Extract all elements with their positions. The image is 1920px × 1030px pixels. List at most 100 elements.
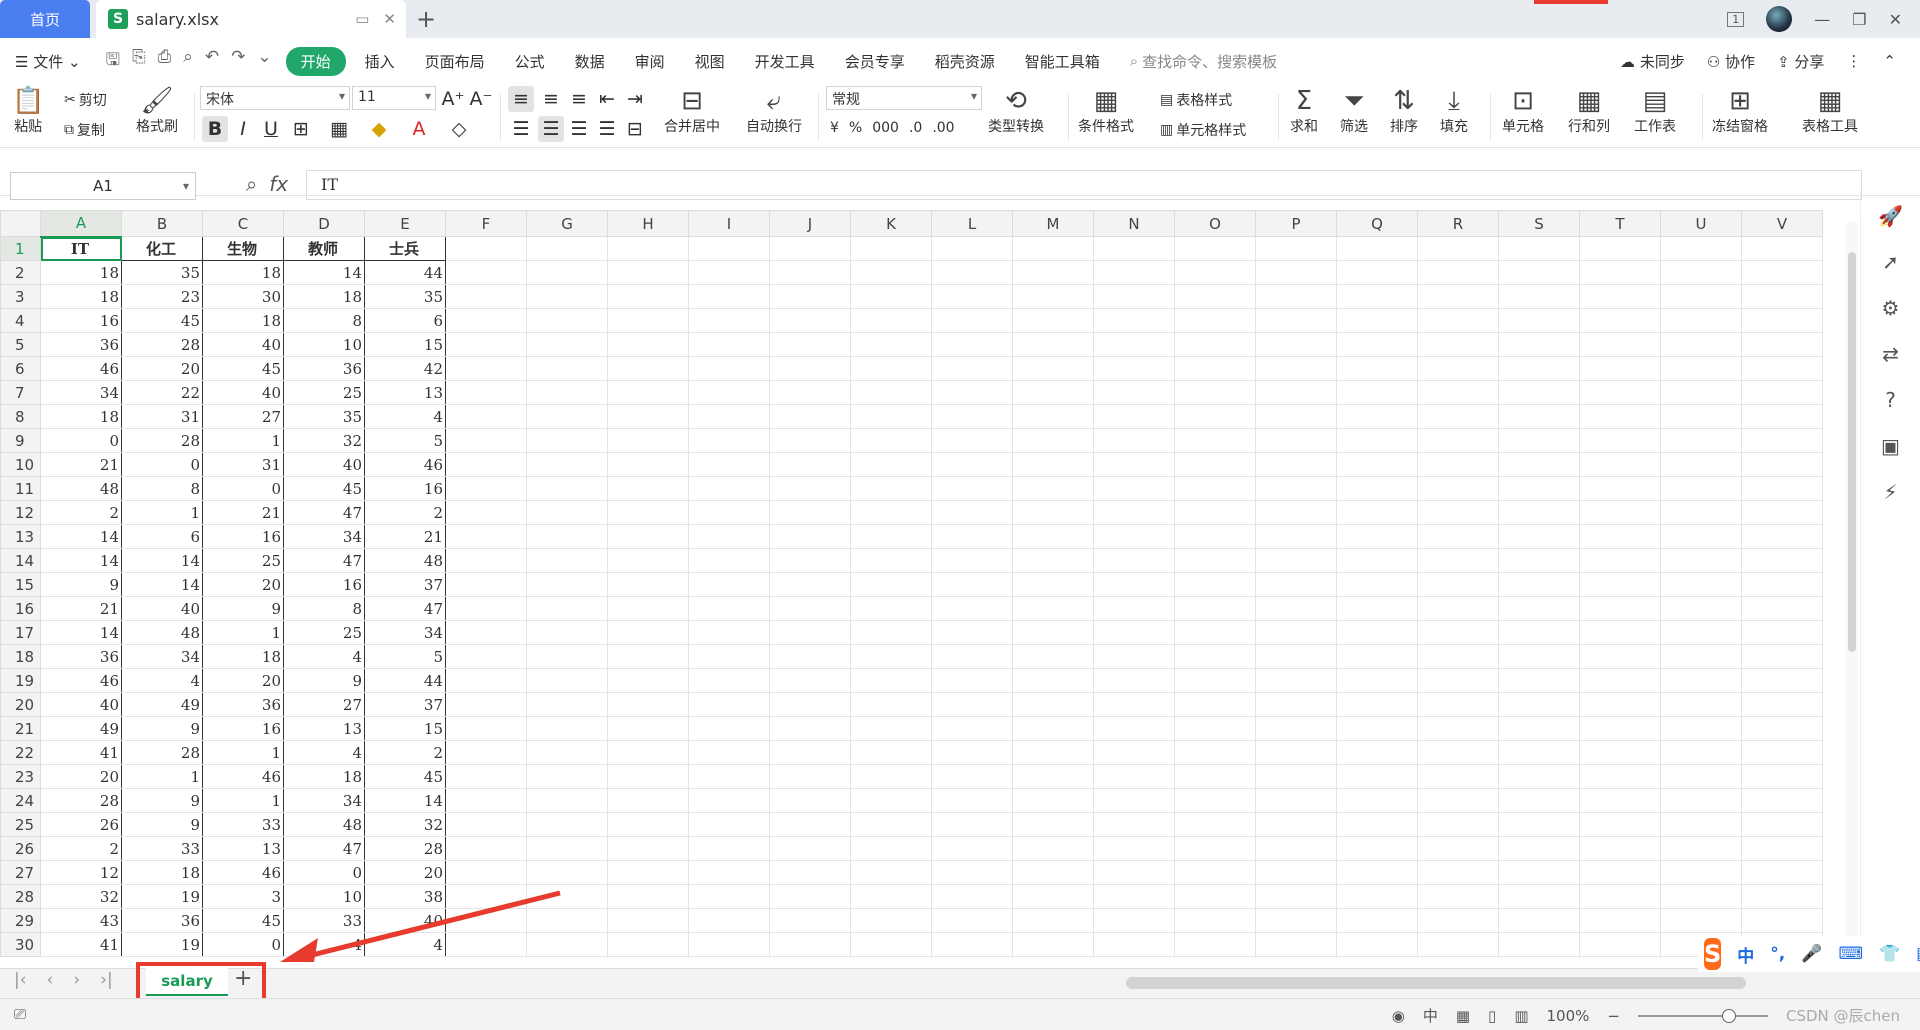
cell[interactable] <box>1579 284 1661 309</box>
paste-button[interactable]: 📋 粘贴 <box>12 86 44 136</box>
cell[interactable] <box>688 932 770 957</box>
cell[interactable] <box>1174 404 1256 429</box>
cell[interactable] <box>607 908 689 933</box>
cell[interactable] <box>1660 428 1742 453</box>
cell[interactable]: 37 <box>364 572 446 597</box>
cell[interactable]: 2 <box>40 500 122 525</box>
cell[interactable] <box>1417 644 1499 669</box>
table-style-button[interactable]: ▤ 表格样式 <box>1160 90 1232 110</box>
cell[interactable] <box>1741 812 1823 837</box>
cell[interactable] <box>1012 260 1094 285</box>
cell[interactable] <box>1093 476 1175 501</box>
cell[interactable] <box>1255 428 1337 453</box>
cell[interactable]: 2 <box>364 740 446 765</box>
column-header-A[interactable]: A <box>40 210 122 238</box>
cell[interactable] <box>931 932 1013 957</box>
cell[interactable] <box>1336 428 1418 453</box>
cell-a1[interactable]: IT <box>40 236 122 261</box>
row-header[interactable]: 22 <box>0 740 41 765</box>
cell[interactable] <box>1660 644 1742 669</box>
cell[interactable] <box>1660 380 1742 405</box>
cell[interactable] <box>1012 476 1094 501</box>
cond-format-button[interactable]: ▦ 条件格式 <box>1078 86 1134 136</box>
select-pointer-icon[interactable]: ➚ <box>1882 250 1899 274</box>
cell[interactable] <box>1741 788 1823 813</box>
restore-icon[interactable]: ❐ <box>1852 10 1866 29</box>
cell[interactable]: 34 <box>121 644 203 669</box>
zoom-search-icon[interactable]: ⌕ <box>246 172 257 196</box>
cell[interactable]: 20 <box>202 572 284 597</box>
cell[interactable] <box>1498 548 1580 573</box>
cell[interactable] <box>1255 788 1337 813</box>
row-header[interactable]: 16 <box>0 596 41 621</box>
customize-icon[interactable]: ⌄ <box>257 47 271 76</box>
cell[interactable] <box>445 668 527 693</box>
cell[interactable] <box>688 308 770 333</box>
cell[interactable] <box>850 332 932 357</box>
fill-button[interactable]: ⤓ 填充 <box>1440 86 1468 136</box>
cell[interactable] <box>850 620 932 645</box>
cell[interactable] <box>1093 332 1175 357</box>
cell[interactable] <box>1093 860 1175 885</box>
cell[interactable] <box>688 260 770 285</box>
cell[interactable] <box>1579 836 1661 861</box>
font-size-select[interactable]: 11 <box>352 86 436 110</box>
cell[interactable] <box>769 332 851 357</box>
cell[interactable] <box>1417 284 1499 309</box>
cell[interactable] <box>445 308 527 333</box>
undo-icon[interactable]: ↶ <box>205 47 219 76</box>
cell[interactable] <box>769 284 851 309</box>
cell[interactable] <box>850 548 932 573</box>
cell[interactable] <box>1579 380 1661 405</box>
tab-insert[interactable]: 插入 <box>350 51 410 72</box>
cell[interactable] <box>1498 692 1580 717</box>
cell[interactable] <box>769 716 851 741</box>
row-header[interactable]: 9 <box>0 428 41 453</box>
cell[interactable]: 27 <box>283 692 365 717</box>
cell[interactable]: 5 <box>364 428 446 453</box>
cell[interactable] <box>607 308 689 333</box>
cell[interactable] <box>1012 860 1094 885</box>
cell[interactable] <box>1417 500 1499 525</box>
cell[interactable] <box>607 284 689 309</box>
cell[interactable] <box>1012 740 1094 765</box>
cell[interactable] <box>1498 836 1580 861</box>
cell[interactable] <box>1498 764 1580 789</box>
cell[interactable] <box>1741 356 1823 381</box>
cell[interactable] <box>607 812 689 837</box>
cell[interactable] <box>1093 380 1175 405</box>
freeze-button[interactable]: ⊞ 冻结窗格 <box>1712 86 1768 136</box>
macro-icon[interactable]: ⎚ <box>14 1005 26 1023</box>
cell[interactable] <box>769 812 851 837</box>
cell[interactable] <box>1417 908 1499 933</box>
cell[interactable] <box>1255 932 1337 957</box>
cell[interactable] <box>850 812 932 837</box>
cell[interactable] <box>769 380 851 405</box>
cell[interactable] <box>445 812 527 837</box>
cell[interactable] <box>445 716 527 741</box>
cell[interactable]: 36 <box>283 356 365 381</box>
cell[interactable] <box>445 884 527 909</box>
cell[interactable] <box>1255 236 1337 261</box>
tab-developer[interactable]: 开发工具 <box>740 51 830 72</box>
cell[interactable] <box>1417 836 1499 861</box>
cell[interactable]: 32 <box>283 428 365 453</box>
thousands-icon[interactable]: 000 <box>872 120 899 136</box>
column-header-D[interactable]: D <box>283 210 365 237</box>
cell[interactable] <box>1417 428 1499 453</box>
cell[interactable] <box>1255 908 1337 933</box>
cell[interactable] <box>1093 788 1175 813</box>
cell[interactable]: 30 <box>202 284 284 309</box>
cell[interactable] <box>1741 476 1823 501</box>
cell[interactable]: 1 <box>121 764 203 789</box>
cell[interactable] <box>445 260 527 285</box>
cell[interactable] <box>1093 836 1175 861</box>
cell[interactable]: 0 <box>202 476 284 501</box>
cell[interactable] <box>526 428 608 453</box>
cell[interactable] <box>931 236 1013 261</box>
cell[interactable] <box>1741 548 1823 573</box>
cell[interactable]: 9 <box>121 812 203 837</box>
cell[interactable] <box>1255 524 1337 549</box>
cell[interactable] <box>769 356 851 381</box>
cell[interactable] <box>1417 452 1499 477</box>
